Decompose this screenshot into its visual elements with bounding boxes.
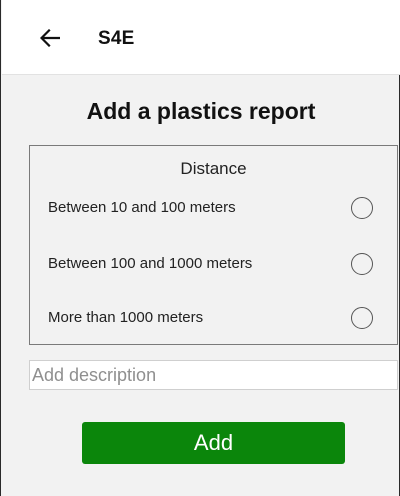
radio-button[interactable] (351, 307, 373, 329)
description-input[interactable] (29, 360, 398, 390)
distance-label: Distance (180, 159, 247, 178)
radio-button[interactable] (351, 197, 373, 219)
distance-option-10-100[interactable]: Between 10 and 100 meters (30, 188, 397, 228)
add-button[interactable]: Add (82, 422, 345, 464)
option-label: Between 100 and 1000 meters (48, 255, 253, 272)
option-label: More than 1000 meters (48, 309, 204, 326)
back-button[interactable] (36, 24, 64, 52)
distance-option-over-1000[interactable]: More than 1000 meters (30, 298, 397, 338)
app-bar: S4E (2, 0, 400, 75)
page-title: Add a plastics report (86, 98, 316, 124)
option-label: Between 10 and 100 meters (48, 199, 236, 216)
distance-radio-group: Distance Between 10 and 100 meters Betwe… (29, 145, 398, 345)
distance-option-100-1000[interactable]: Between 100 and 1000 meters (30, 244, 397, 284)
radio-button[interactable] (351, 253, 373, 275)
arrow-left-icon (40, 29, 60, 47)
app-title: S4E (98, 28, 135, 49)
app-window: S4E Add a plastics report Distance Betwe… (0, 0, 400, 496)
